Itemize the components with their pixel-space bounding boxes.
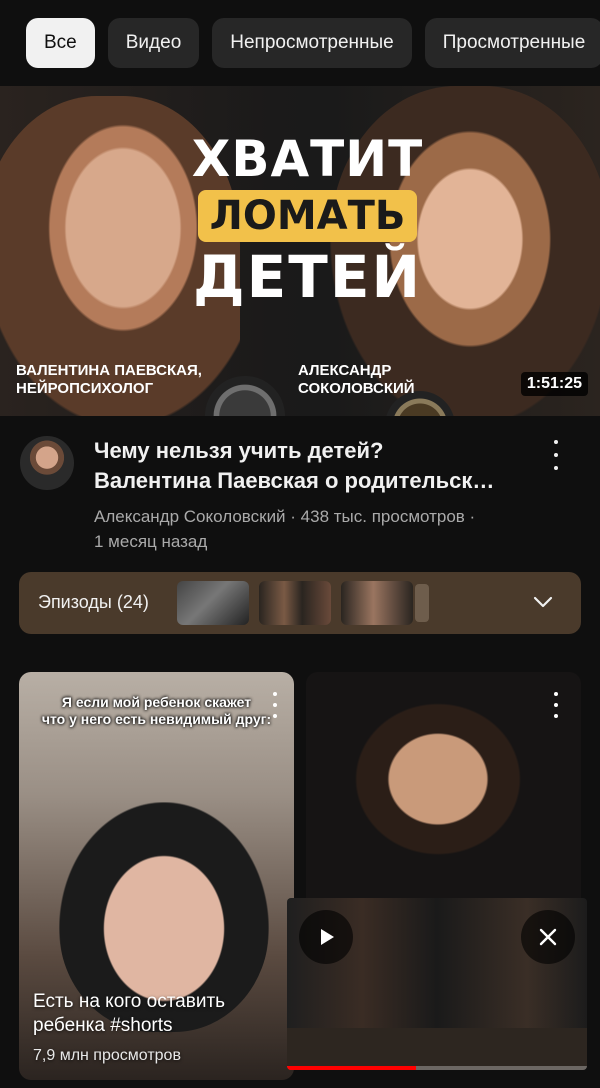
episode-thumbnail <box>341 581 413 625</box>
short-views: 7,9 млн просмотров <box>33 1047 181 1064</box>
filter-chips: Все Видео Непросмотренные Просмотренные <box>26 18 600 68</box>
short-card[interactable] <box>306 672 581 910</box>
video-title-line-2: Валентина Паевская о родительск… <box>94 468 495 493</box>
episodes-label: Эпизоды (24) <box>38 592 149 612</box>
episode-stack <box>415 584 429 622</box>
episode-thumbnail <box>259 581 331 625</box>
close-button[interactable] <box>521 910 575 964</box>
host-first-name: АЛЕКСАНДР <box>298 362 392 379</box>
upload-age: 1 месяц назад <box>94 532 208 551</box>
video-title[interactable]: Чему нельзя учить детей? Валентина Паевс… <box>94 436 524 496</box>
chip-videos[interactable]: Видео <box>107 18 200 68</box>
play-icon <box>321 929 334 945</box>
host-last-name: СОКОЛОВСКИЙ <box>298 380 415 397</box>
host-caption: АЛЕКСАНДР СОКОЛОВСКИЙ <box>298 362 415 398</box>
channel-avatar[interactable] <box>20 436 74 490</box>
video-title-line-1: Чему нельзя учить детей? <box>94 438 384 463</box>
episode-thumbnail <box>177 581 249 625</box>
guest-role: НЕЙРОПСИХОЛОГ <box>16 380 154 397</box>
short-overlay-line-1: Я если мой ребенок скажет <box>61 694 252 710</box>
mini-player[interactable] <box>287 898 587 1070</box>
chip-unwatched[interactable]: Непросмотренные <box>212 18 412 68</box>
headline-line-2: ЛОМАТЬ <box>197 190 418 242</box>
mini-player-progress[interactable] <box>287 1066 587 1070</box>
chip-watched[interactable]: Просмотренные <box>424 18 600 68</box>
headline-line-1: ХВАТИТ <box>191 130 424 188</box>
short-title[interactable]: Есть на кого оставить ребенка #shorts <box>33 990 283 1038</box>
duration-badge: 1:51:25 <box>520 372 588 396</box>
short-title-line-2: ребенка #shorts <box>33 1015 173 1036</box>
progress-fill <box>287 1066 416 1070</box>
short-overlay-line-2: что у него есть невидимый друг: <box>41 711 272 727</box>
chip-all[interactable]: Все <box>26 18 95 68</box>
play-button[interactable] <box>299 910 353 964</box>
chevron-down-icon[interactable] <box>531 590 555 614</box>
close-icon <box>539 928 557 946</box>
guest-name: ВАЛЕНТИНА ПАЕВСКАЯ, <box>16 362 202 379</box>
mini-player-video-frame <box>287 1028 587 1070</box>
more-options-icon[interactable] <box>551 692 561 718</box>
thumbnail-headline: ХВАТИТ ЛОМАТЬ ДЕТЕЙ <box>185 132 430 308</box>
video-meta: Александр Соколовский · 438 тыс. просмот… <box>94 504 544 554</box>
short-overlay-text: Я если мой ребенок скажет что у него ест… <box>19 694 294 728</box>
headline-line-3: ДЕТЕЙ <box>192 243 422 311</box>
episodes-bar[interactable]: Эпизоды (24) <box>19 572 581 634</box>
more-options-icon[interactable] <box>546 440 566 470</box>
guest-caption: ВАЛЕНТИНА ПАЕВСКАЯ, НЕЙРОПСИХОЛОГ <box>16 362 202 398</box>
channel-and-views: Александр Соколовский · 438 тыс. просмот… <box>94 507 476 526</box>
short-title-line-1: Есть на кого оставить <box>33 991 226 1012</box>
more-options-icon[interactable] <box>270 692 280 718</box>
